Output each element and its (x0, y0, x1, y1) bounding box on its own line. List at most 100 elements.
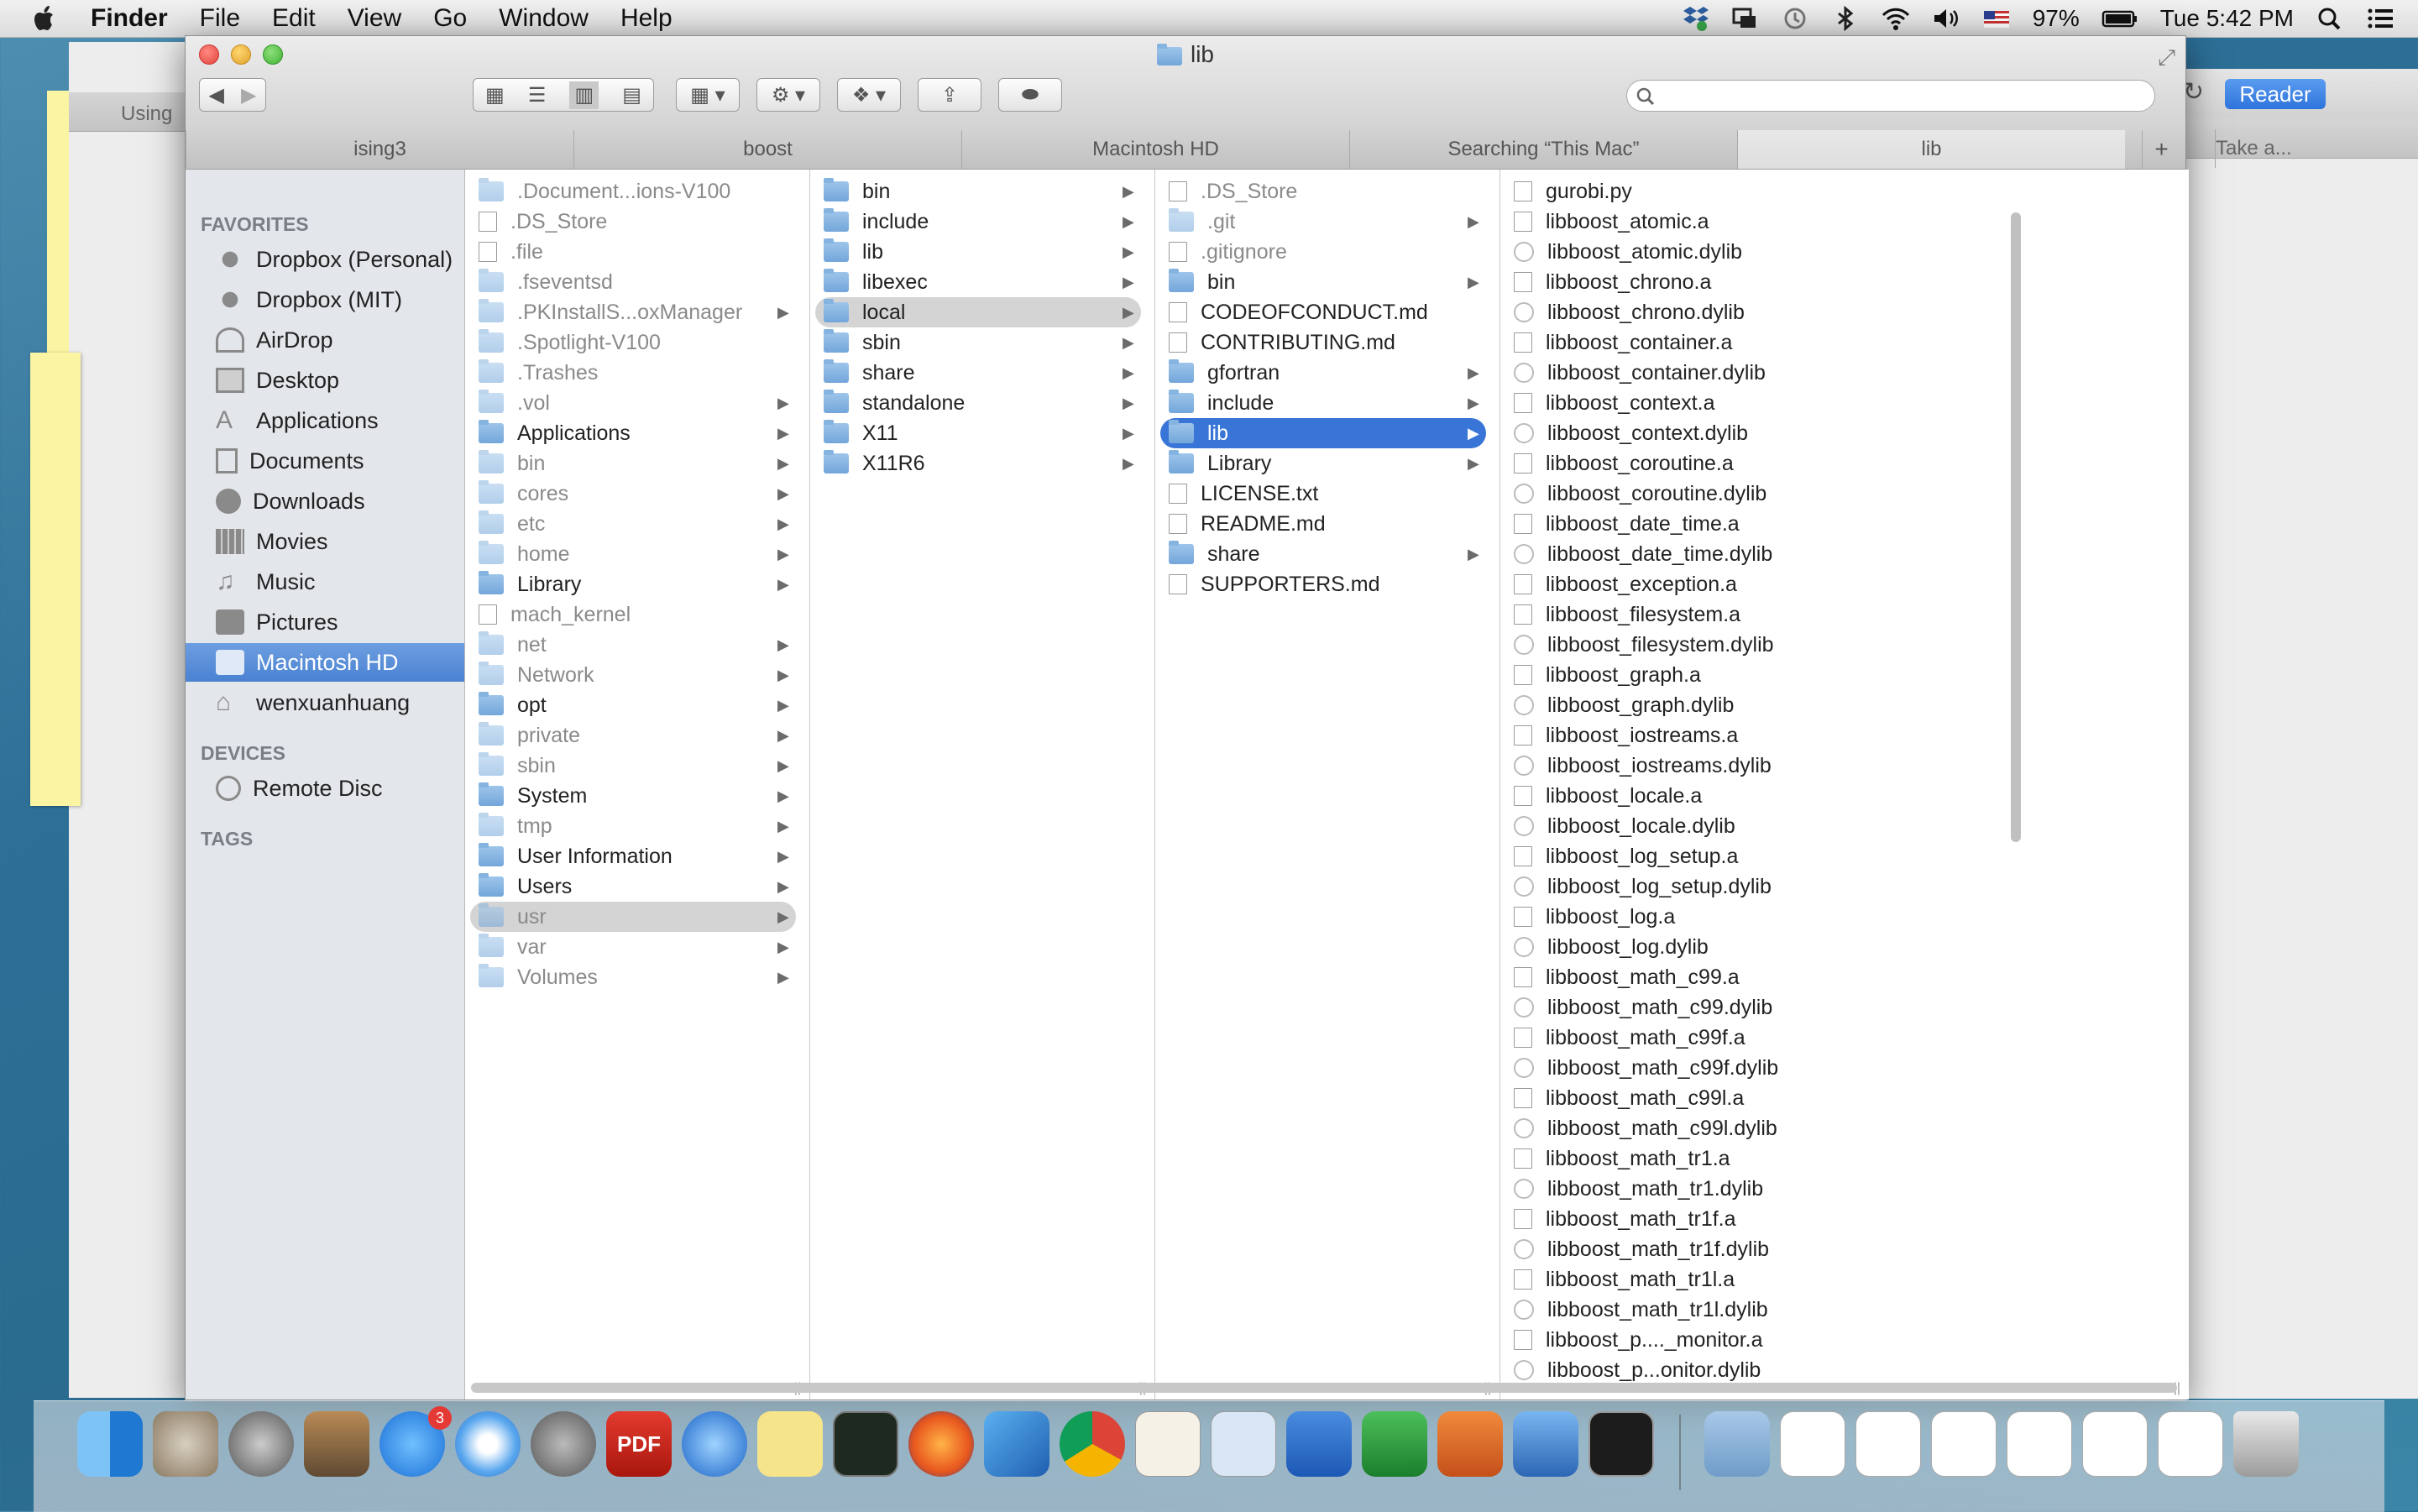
reader-button[interactable]: Reader (2225, 79, 2326, 109)
col1-item[interactable]: opt ▶ (470, 690, 796, 720)
apple-menu-icon[interactable] (30, 3, 59, 34)
col1-item[interactable]: private ▶ (470, 720, 796, 751)
col4-item[interactable]: libboost_math_c99.a (1505, 962, 1823, 992)
menu-help[interactable]: Help (620, 4, 673, 33)
col3-item[interactable]: .gitignore (1160, 237, 1486, 267)
pdf-reader-dock-icon[interactable]: PDF (606, 1411, 672, 1477)
col1-item[interactable]: Library ▶ (470, 569, 796, 599)
col1-item[interactable]: Applications ▶ (470, 418, 796, 448)
col4-item[interactable]: libboost_filesystem.dylib (1505, 630, 1823, 660)
column-usr[interactable]: bin ▶ include ▶ lib ▶ libexec ▶ local ▶ sbin ▶ share… (810, 170, 1155, 1400)
fullscreen-icon[interactable]: ⤢ (2158, 44, 2175, 71)
col1-item[interactable]: sbin ▶ (470, 751, 796, 781)
col1-item[interactable]: .fseventsd (470, 267, 796, 297)
col4-item[interactable]: libboost_context.dylib (1505, 418, 1823, 448)
col4-item[interactable]: libboost_math_c99f.a (1505, 1023, 1823, 1053)
bluetooth-icon[interactable] (1831, 6, 1860, 31)
launchpad-dock-icon[interactable] (228, 1411, 294, 1477)
firefox-dock-icon[interactable] (908, 1411, 974, 1477)
col1-item[interactable]: System ▶ (470, 781, 796, 811)
col4-item[interactable]: libboost_p...._monitor.a (1505, 1325, 1823, 1355)
col3-item[interactable]: Library ▶ (1160, 448, 1486, 479)
background-window-left[interactable]: Using (69, 42, 186, 1398)
col4-item[interactable]: libboost_graph.dylib (1505, 690, 1823, 720)
col1-item[interactable]: Users ▶ (470, 871, 796, 902)
col3-item[interactable]: bin ▶ (1160, 267, 1486, 297)
menu-view[interactable]: View (348, 4, 401, 33)
col4-item[interactable]: libboost_chrono.a (1505, 267, 1823, 297)
col2-item[interactable]: sbin ▶ (815, 327, 1141, 358)
col1-item[interactable]: .Spotlight-V100 (470, 327, 796, 358)
document-stack-icon[interactable] (2082, 1411, 2148, 1477)
col1-item[interactable]: var ▶ (470, 932, 796, 962)
col2-item[interactable]: standalone ▶ (815, 388, 1141, 418)
col4-item[interactable]: libboost_context.a (1505, 388, 1823, 418)
col2-item[interactable]: share ▶ (815, 358, 1141, 388)
col4-item[interactable]: libboost_log_setup.dylib (1505, 871, 1823, 902)
tab-boost[interactable]: boost (573, 130, 961, 169)
col1-item[interactable]: net ▶ (470, 630, 796, 660)
add-tab-button[interactable]: + (2142, 130, 2180, 169)
background-browser-window[interactable]: ↻ Reader Take a... (2183, 69, 2418, 1399)
powerpoint-dock-icon[interactable] (1437, 1411, 1503, 1477)
col4-item[interactable]: libboost_date_time.a (1505, 509, 1823, 539)
col3-item[interactable]: gfortran ▶ (1160, 358, 1486, 388)
col1-item[interactable]: .vol ▶ (470, 388, 796, 418)
battery-icon[interactable] (2101, 6, 2138, 31)
notification-center-icon[interactable] (2366, 6, 2394, 31)
col1-item[interactable]: tmp ▶ (470, 811, 796, 841)
sidebar-item-pictures[interactable]: Pictures (186, 603, 464, 641)
col4-item[interactable]: libboost_locale.a (1505, 781, 1823, 811)
col1-item[interactable]: .DS_Store (470, 207, 796, 237)
col4-item[interactable]: libboost_graph.a (1505, 660, 1823, 690)
sidebar-item-desktop[interactable]: Desktop (186, 361, 464, 400)
col3-item[interactable]: SUPPORTERS.md (1160, 569, 1486, 599)
col3-item[interactable]: CODEOFCONDUCT.md (1160, 297, 1486, 327)
bg-tab-take[interactable]: Take a... (2215, 129, 2292, 168)
col1-item[interactable]: .Document...ions-V100 (470, 176, 796, 207)
col1-item[interactable]: home ▶ (470, 539, 796, 569)
col4-item[interactable]: libboost_log.a (1505, 902, 1823, 932)
action-button[interactable]: ⚙ ▾ (756, 78, 820, 112)
col4-item[interactable]: libboost_atomic.dylib (1505, 237, 1823, 267)
col4-item[interactable]: libboost_iostreams.dylib (1505, 751, 1823, 781)
col4-item[interactable]: libboost_math_c99f.dylib (1505, 1053, 1823, 1083)
col4-item[interactable]: libboost_locale.dylib (1505, 811, 1823, 841)
col1-item[interactable]: .PKInstallS...oxManager ▶ (470, 297, 796, 327)
cover-flow-icon[interactable]: ▤ (622, 83, 641, 107)
word-dock-icon[interactable] (1286, 1411, 1352, 1477)
col3-item[interactable]: lib ▶ (1160, 418, 1486, 448)
tab-lib[interactable]: lib (1737, 130, 2125, 169)
stickies-dock-icon[interactable] (757, 1411, 823, 1477)
col4-item[interactable]: libboost_math_c99l.dylib (1505, 1113, 1823, 1143)
col4-item[interactable]: libboost_p...onitor.dylib (1505, 1355, 1823, 1385)
col1-item[interactable]: User Information ▶ (470, 841, 796, 871)
column-local[interactable]: .DS_Store .git ▶ .gitignore bin ▶ CODEOFCONDUC… (1155, 170, 1500, 1400)
col4-item[interactable]: libboost_math_tr1f.dylib (1505, 1234, 1823, 1264)
menubar-clock[interactable]: Tue 5:42 PM (2160, 5, 2294, 32)
sidebar-item-music[interactable]: ♫ Music (186, 562, 464, 601)
sidebar-item-movies[interactable]: Movies (186, 522, 464, 561)
col3-item[interactable]: README.md (1160, 509, 1486, 539)
menu-finder[interactable]: Finder (91, 4, 168, 33)
column-lib[interactable]: gurobi.py libboost_atomic.a libboost_atomi… (1500, 170, 2189, 1400)
back-arrow-icon[interactable]: ◀ (209, 83, 224, 107)
tab-macintosh-hd[interactable]: Macintosh HD (961, 130, 1349, 169)
sidebar-item-applications[interactable]: A Applications (186, 401, 464, 440)
col4-item[interactable]: libboost_math_c99l.a (1505, 1083, 1823, 1113)
trash-dock-icon[interactable] (2233, 1411, 2299, 1477)
col4-item[interactable]: libboost_log_setup.a (1505, 841, 1823, 871)
col3-item[interactable]: .DS_Store (1160, 176, 1486, 207)
col1-item[interactable]: .file (470, 237, 796, 267)
col4-item[interactable]: libboost_container.a (1505, 327, 1823, 358)
sidebar-item-downloads[interactable]: Downloads (186, 482, 464, 521)
col4-item[interactable]: libboost_math_c99.dylib (1505, 992, 1823, 1023)
dropbox-status-icon[interactable] (1680, 6, 1709, 31)
col3-item[interactable]: .git ▶ (1160, 207, 1486, 237)
title-bar[interactable]: lib ⤢ ◀ ▶ ▦ ☰ ▥ ▤ ▦ ▾ ⚙ ▾ ❖ ▾ ⇪ ⬬ (186, 36, 2185, 131)
document-stack-icon[interactable] (1855, 1411, 1921, 1477)
safari-dock-icon[interactable] (455, 1411, 521, 1477)
col4-item[interactable]: libboost_coroutine.a (1505, 448, 1823, 479)
col1-item[interactable]: etc ▶ (470, 509, 796, 539)
col4-item[interactable]: libboost_math_tr1l.a (1505, 1264, 1823, 1295)
